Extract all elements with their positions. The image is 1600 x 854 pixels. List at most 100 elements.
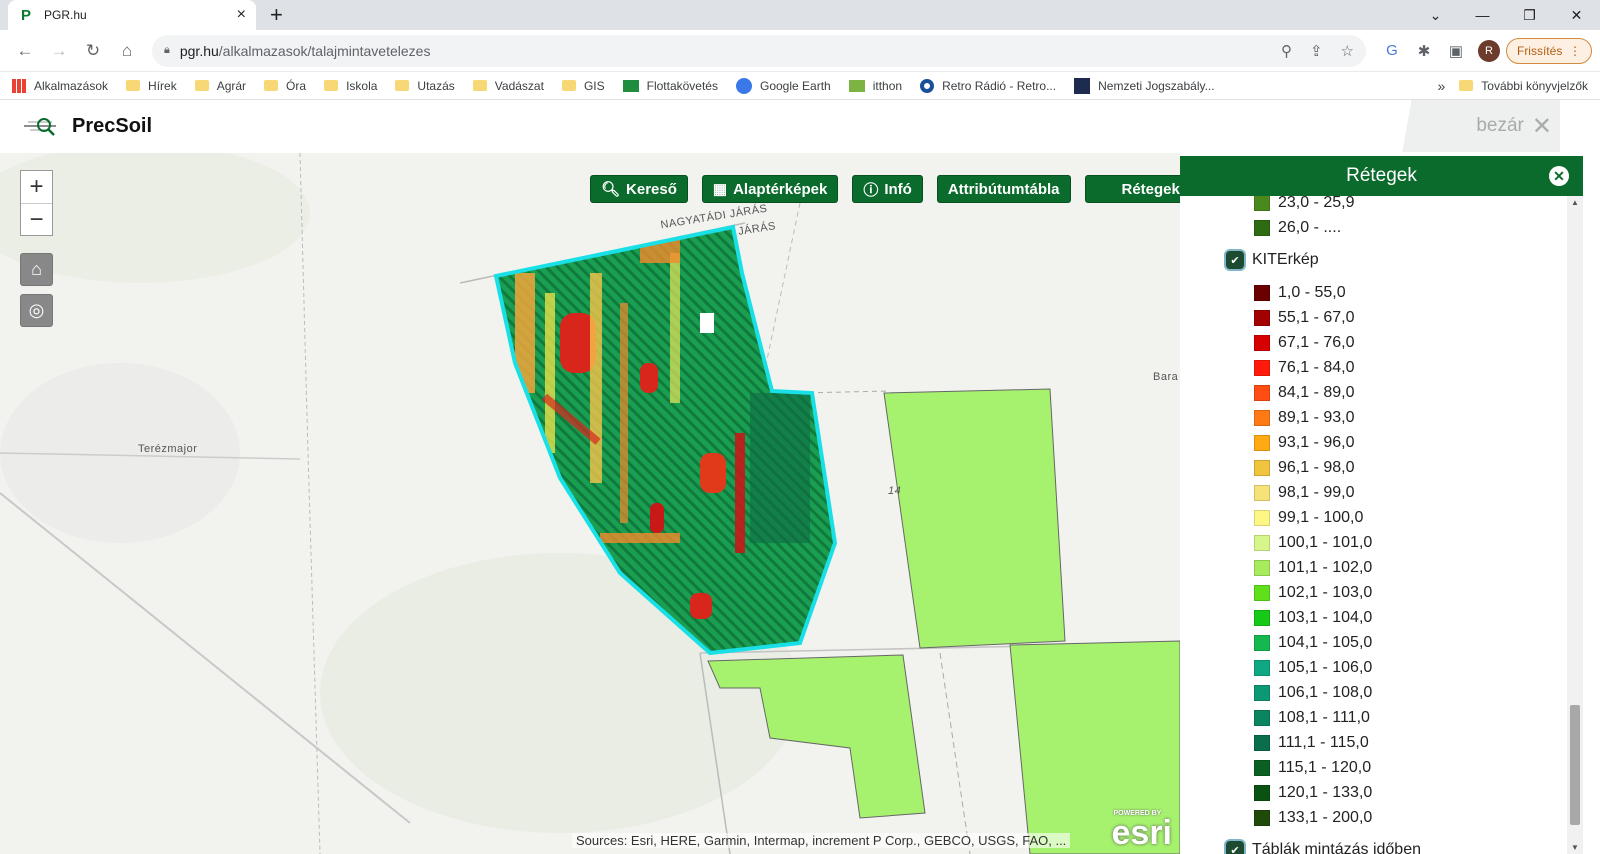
new-tab-button[interactable]: +	[270, 2, 283, 28]
folder-icon	[324, 80, 339, 91]
home-icon: ⌂	[31, 259, 42, 279]
place-label: Terézmajor	[138, 443, 198, 455]
other-bookmarks[interactable]: További könyvjelzők	[1459, 79, 1588, 93]
bookmark-link[interactable]: itthon	[848, 79, 902, 93]
url-path: /alkalmazasok/talajmintavetelezes	[218, 42, 431, 59]
info-button[interactable]: ⓘ Infó	[852, 175, 923, 203]
legend-item: 120,1 - 133,0	[1180, 780, 1567, 805]
layer-toggle-next[interactable]: ✔ Táblák mintázás időben	[1180, 830, 1567, 854]
layers-panel-title: Rétegek	[1346, 165, 1417, 186]
home-icon[interactable]: ⌂	[110, 41, 144, 61]
legend-item: 23,0 - 25,9	[1180, 196, 1567, 215]
bookmark-link[interactable]: Flottakövetés	[622, 78, 718, 93]
browser-toolbar: ← → ↻ ⌂ 🔒︎ pgr.hu/alkalmazasok/talajmint…	[0, 30, 1600, 72]
bookmark-label: GIS	[583, 78, 605, 93]
checkbox-icon[interactable]: ✔	[1226, 251, 1244, 269]
close-label: bezár	[1476, 115, 1524, 136]
search-button[interactable]: 🔍︎ Kereső	[590, 175, 688, 203]
home-view-button[interactable]: ⌂	[20, 253, 53, 286]
extensions-icon[interactable]: ✱	[1408, 42, 1440, 60]
legend-item: 99,1 - 100,0	[1180, 505, 1567, 530]
legend-item: 100,1 - 101,0	[1180, 530, 1567, 555]
bookmark-folder[interactable]: Vadászat	[472, 79, 544, 93]
legend-swatch	[1254, 559, 1270, 576]
profile-avatar[interactable]: R	[1477, 39, 1500, 62]
restore-icon[interactable]: ❐	[1506, 0, 1553, 30]
bookmark-label: Flottakövetés	[646, 78, 718, 93]
legend-label: 89,1 - 93,0	[1278, 408, 1355, 426]
legend-swatch	[1254, 196, 1270, 211]
layers-button[interactable]: Rétegek	[1084, 175, 1180, 203]
bookmark-label: További könyvjelzők	[1481, 78, 1588, 93]
legend-swatch	[1254, 534, 1270, 551]
bookmark-folder[interactable]: Óra	[264, 79, 306, 93]
forward-icon[interactable]: →	[42, 41, 76, 61]
bookmark-link[interactable]: Retro Rádió - Retro...	[920, 78, 1056, 93]
zone-yellow	[670, 253, 680, 403]
bookmark-folder[interactable]: Utazás	[395, 79, 455, 93]
parcel[interactable]	[883, 388, 1066, 649]
close-app-button[interactable]: bezár ✕	[1390, 100, 1560, 152]
legend-label: 133,1 - 200,0	[1278, 808, 1373, 826]
info-icon: ⓘ	[863, 181, 879, 199]
zone-orange	[600, 533, 680, 543]
translate-icon[interactable]: G	[1376, 42, 1408, 59]
bookmark-folder[interactable]: GIS	[561, 78, 605, 93]
road	[299, 153, 321, 854]
legend-swatch	[1254, 584, 1270, 601]
locate-button[interactable]: ◎	[20, 294, 53, 327]
lock-icon[interactable]: 🔒︎	[164, 44, 170, 57]
layer-toggle-kiterkep[interactable]: ✔ KITErkép	[1180, 240, 1567, 280]
esri-logo: POWERED BY esri	[1112, 810, 1173, 850]
update-label: Frissítés	[1516, 43, 1563, 58]
tab-close-icon[interactable]: ×	[237, 6, 246, 24]
basemaps-button[interactable]: ▦ Alaptérképek	[701, 175, 839, 203]
zoom-out-button[interactable]: −	[21, 203, 52, 235]
scroll-up-icon[interactable]: ▲	[1571, 198, 1579, 207]
bookmark-folder[interactable]: Agrár	[194, 79, 246, 93]
legend-item: 67,1 - 76,0	[1180, 330, 1567, 355]
panel-scrollbar[interactable]: ▲ ▼	[1567, 196, 1583, 854]
app-title: PrecSoil	[72, 114, 153, 137]
legend-swatch	[1254, 359, 1270, 376]
scrollbar-thumb[interactable]	[1570, 705, 1580, 825]
legend-label: 120,1 - 133,0	[1278, 783, 1373, 801]
side-panel-icon[interactable]: ▣	[1440, 42, 1472, 60]
legend-label: 67,1 - 76,0	[1278, 333, 1355, 351]
map-toolbar: 🔍︎ Kereső ▦ Alaptérképek ⓘ Infó Attribútumt…	[590, 175, 1180, 203]
browser-tab[interactable]: P PGR.hu ×	[8, 0, 256, 30]
legend-item: 108,1 - 111,0	[1180, 705, 1567, 730]
bookmark-link[interactable]: Nemzeti Jogszabály...	[1074, 77, 1215, 94]
road	[939, 652, 971, 854]
bookmark-link[interactable]: Google Earth	[735, 77, 831, 94]
bookmark-folder[interactable]: Hírek	[126, 79, 177, 93]
more-bookmarks-button[interactable]: »	[1437, 78, 1445, 94]
legend-swatch	[1254, 809, 1270, 826]
window-close-icon[interactable]: ✕	[1553, 0, 1600, 30]
scroll-down-icon[interactable]: ▼	[1571, 843, 1579, 852]
bookmark-folder[interactable]: Iskola	[324, 79, 377, 93]
precsoil-logo-icon	[22, 114, 58, 138]
bookmark-star-icon[interactable]: ☆	[1341, 42, 1354, 60]
bookmark-apps[interactable]: Alkalmazások	[12, 78, 109, 93]
bookmark-label: Alkalmazások	[34, 78, 109, 93]
legend-label: 26,0 - ....	[1278, 218, 1342, 236]
tab-search-icon[interactable]: ⌄	[1412, 0, 1459, 30]
bookmark-label: Nemzeti Jogszabály...	[1098, 78, 1215, 93]
checkbox-icon[interactable]: ✔	[1226, 841, 1244, 854]
address-bar[interactable]: 🔒︎ pgr.hu/alkalmazasok/talajmintavetelez…	[152, 34, 1366, 67]
legend-swatch	[1254, 709, 1270, 726]
back-icon[interactable]: ←	[8, 41, 42, 61]
folder-icon	[472, 80, 487, 91]
close-icon[interactable]: ✕	[1549, 166, 1569, 186]
legend-label: 115,1 - 120,0	[1278, 758, 1372, 776]
reload-icon[interactable]: ↻	[76, 41, 110, 61]
minimize-icon[interactable]: —	[1459, 0, 1506, 30]
map-view[interactable]: NAGYATÁDI JÁRÁS JÁRÁS Terézmajor Bara 14…	[0, 153, 1180, 854]
location-icon[interactable]: ⚲	[1281, 42, 1292, 60]
attribute-table-button[interactable]: Attribútumtábla	[936, 175, 1071, 203]
share-icon[interactable]: ⇪	[1310, 42, 1323, 60]
update-button[interactable]: Frissítés ⋮	[1505, 37, 1592, 64]
zoom-in-button[interactable]: +	[21, 171, 52, 203]
layers-button-label: Rétegek	[1121, 180, 1180, 198]
